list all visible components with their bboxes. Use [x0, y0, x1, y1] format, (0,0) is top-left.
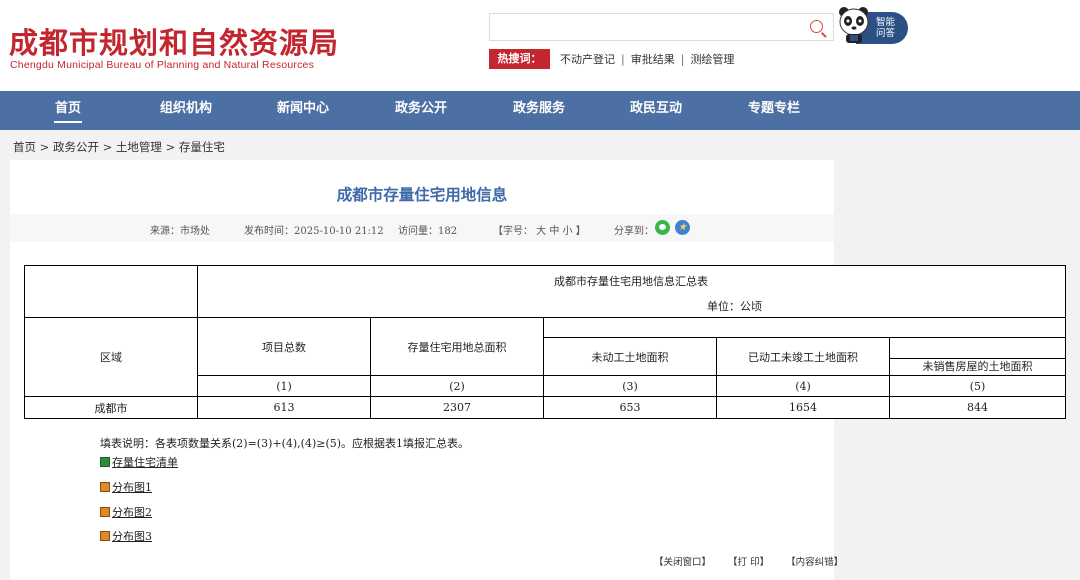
- favorite-share-icon[interactable]: ★: [675, 220, 690, 235]
- site-header: 成都市规划和自然资源局 Chengdu Municipal Bureau of …: [0, 0, 1080, 91]
- breadcrumb-separator: >: [165, 140, 176, 154]
- table-caption: 成都市存量住宅用地信息汇总表: [554, 275, 708, 288]
- main-nav: 首页 组织机构 新闻中心 政务公开 政务服务 政民互动 专题专栏: [0, 91, 1080, 130]
- index-1: (1): [197, 375, 371, 397]
- fill-instructions: 填表说明：各表项数量关系(2)=(3)+(4),(4)≥(5)。应根据表1填报汇…: [100, 437, 470, 450]
- article-title: 成都市存量住宅用地信息: [336, 185, 508, 204]
- nav-home[interactable]: 首页: [18, 91, 118, 130]
- hot-search-links: 不动产登记 | 审批结果 | 测绘管理: [560, 51, 734, 67]
- breadcrumb-land[interactable]: 土地管理: [116, 140, 162, 154]
- cell-projects: 613: [197, 396, 371, 419]
- close-window-link[interactable]: 【关闭窗口】: [654, 557, 711, 568]
- cell-unsold: 844: [889, 396, 1066, 419]
- article-visits: 访问量：182: [398, 226, 458, 237]
- panda-mascot-icon: [839, 7, 869, 43]
- breadcrumb-current[interactable]: 存量住宅: [179, 140, 225, 154]
- hot-link-real-estate[interactable]: 不动产登记: [560, 53, 615, 66]
- font-size-switcher[interactable]: 【字号： 大 中 小 】: [493, 222, 586, 237]
- excel-file-icon: [100, 457, 110, 467]
- header-unstarted: 未动工土地面积: [543, 337, 717, 376]
- header-unsold: 未销售房屋的土地面积: [890, 358, 1065, 375]
- report-error-link[interactable]: 【内容纠错】: [786, 557, 843, 568]
- search-box: [489, 13, 834, 41]
- attachment-map-3[interactable]: 分布图3: [100, 528, 152, 544]
- header-unsold-cell: 未销售房屋的土地面积: [889, 337, 1066, 376]
- site-logo-subtitle: Chengdu Municipal Bureau of Planning and…: [10, 59, 315, 71]
- breadcrumb-gov-affairs[interactable]: 政务公开: [53, 140, 99, 154]
- breadcrumb: 首页 > 政务公开 > 土地管理 > 存量住宅: [13, 139, 225, 155]
- article-actions: 【关闭窗口】 【打 印】 【内容纠错】: [654, 554, 857, 568]
- nav-interaction[interactable]: 政民互动: [606, 91, 706, 130]
- search-input[interactable]: [496, 18, 800, 38]
- smart-qa-button[interactable]: 智能 问答: [836, 4, 908, 44]
- article-published: 发布时间：2025-10-10 21:12: [244, 226, 384, 237]
- nav-special-topics[interactable]: 专题专栏: [724, 91, 824, 130]
- index-4: (4): [716, 375, 890, 397]
- search-icon[interactable]: [810, 20, 823, 33]
- index-2: (2): [370, 375, 544, 397]
- print-link[interactable]: 【打 印】: [728, 557, 769, 568]
- image-file-icon: [100, 507, 110, 517]
- cell-region: 成都市: [24, 396, 198, 419]
- hot-link-approval[interactable]: 审批结果: [631, 53, 675, 66]
- article-meta: 来源：市场处 发布时间：2025-10-10 21:12 访问量：182 【字号…: [10, 214, 834, 242]
- nav-government-affairs[interactable]: 政务公开: [371, 91, 471, 130]
- image-file-icon: [100, 531, 110, 541]
- summary-table: 区域 项目总数 存量住宅用地总面积 未动工土地面积 已动工未竣工土地面积 未销售…: [24, 265, 1066, 419]
- header-total-area: 存量住宅用地总面积: [370, 317, 544, 376]
- site-logo-title[interactable]: 成都市规划和自然资源局: [9, 20, 339, 62]
- attachment-map-1[interactable]: 分布图1: [100, 479, 152, 495]
- hot-link-separator: |: [621, 53, 625, 66]
- smart-qa-label: 智能 问答: [876, 17, 896, 39]
- attachment-listing[interactable]: 存量住宅清单: [100, 454, 178, 470]
- cell-started-unfinished: 1654: [716, 396, 890, 419]
- cell-unstarted: 653: [543, 396, 717, 419]
- hot-link-separator: |: [680, 53, 685, 66]
- table-row: 成都市 613 2307 653 1654 844: [24, 396, 1066, 419]
- header-region: 区域: [24, 317, 198, 397]
- index-3: (3): [543, 375, 717, 397]
- breadcrumb-home[interactable]: 首页: [13, 140, 36, 154]
- index-5: (5): [889, 375, 1066, 397]
- image-file-icon: [100, 482, 110, 492]
- share-label: 分享到：: [614, 226, 654, 237]
- hot-search-label: 热搜词：: [489, 49, 550, 69]
- hot-link-surveying[interactable]: 测绘管理: [690, 53, 734, 66]
- header-started-unfinished: 已动工未竣工土地面积: [716, 337, 890, 376]
- header-group-cell: [543, 317, 1066, 338]
- breadcrumb-separator: >: [102, 140, 113, 154]
- wechat-share-icon[interactable]: [655, 220, 670, 235]
- cell-total-area: 2307: [370, 396, 544, 419]
- table-corner-cell: [24, 265, 198, 318]
- attachment-map-2[interactable]: 分布图2: [100, 504, 152, 520]
- table-unit: 单位：公顷: [707, 300, 762, 313]
- nav-news[interactable]: 新闻中心: [253, 91, 353, 130]
- breadcrumb-separator: >: [39, 140, 50, 154]
- article-source: 来源：市场处: [150, 226, 210, 237]
- header-projects: 项目总数: [197, 317, 371, 376]
- nav-services[interactable]: 政务服务: [489, 91, 589, 130]
- nav-organization[interactable]: 组织机构: [136, 91, 236, 130]
